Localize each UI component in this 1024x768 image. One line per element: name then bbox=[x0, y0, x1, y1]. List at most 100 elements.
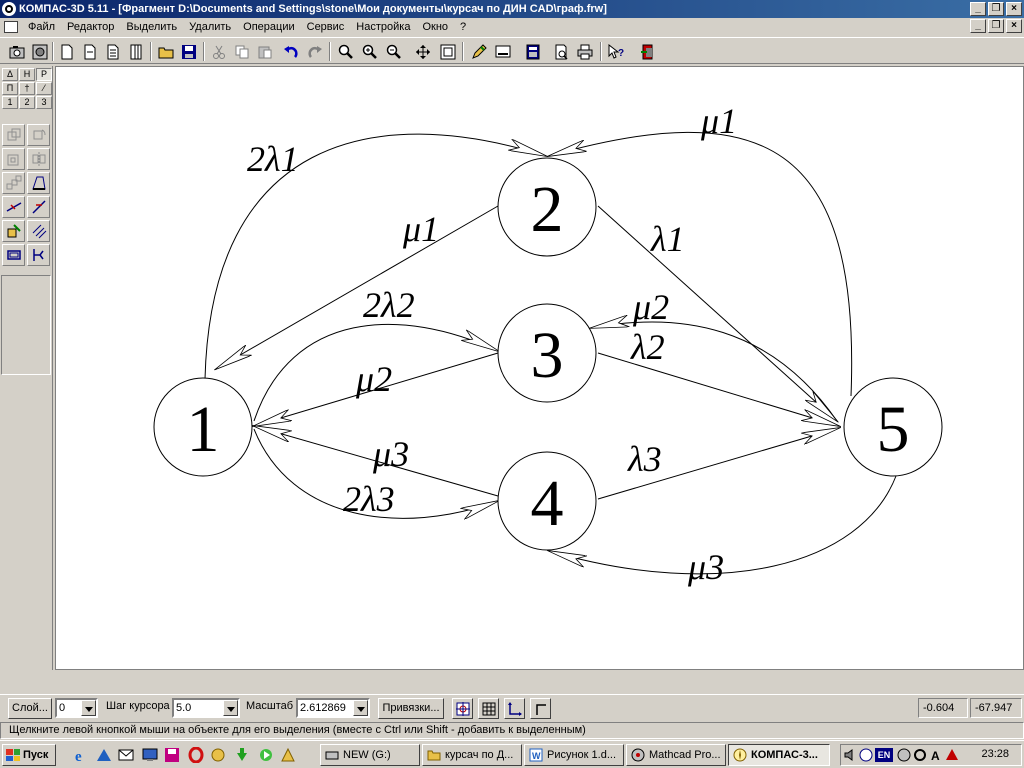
camera-icon[interactable] bbox=[6, 41, 27, 62]
cut-icon[interactable] bbox=[208, 41, 229, 62]
display-tray-icon[interactable] bbox=[897, 748, 911, 762]
new-document-icon[interactable] bbox=[56, 41, 77, 62]
copy-array-tool-icon[interactable] bbox=[2, 172, 25, 194]
task-kursach-folder[interactable]: курсач по Д... bbox=[422, 744, 522, 766]
break-tool-icon[interactable] bbox=[27, 196, 50, 218]
scale-select[interactable]: 2.612869 bbox=[296, 698, 370, 718]
paste-icon[interactable] bbox=[254, 41, 275, 62]
zoom-in-icon[interactable] bbox=[359, 41, 380, 62]
network-tray-icon[interactable] bbox=[859, 748, 873, 762]
rotate-tool-icon[interactable] bbox=[27, 124, 50, 146]
print-preview-icon[interactable] bbox=[550, 41, 571, 62]
mail-icon[interactable] bbox=[118, 747, 134, 763]
split-tool-icon[interactable] bbox=[27, 244, 50, 266]
doc-close-button[interactable]: × bbox=[1006, 19, 1022, 33]
display-icon[interactable] bbox=[492, 41, 513, 62]
cursor-step-select[interactable]: 5.0 bbox=[172, 698, 240, 718]
task-new-drive[interactable]: NEW (G:) bbox=[320, 744, 420, 766]
speaker-icon[interactable] bbox=[843, 748, 857, 762]
menu-help[interactable]: ? bbox=[454, 21, 472, 33]
document-icon[interactable] bbox=[4, 21, 18, 33]
panel-tab-geometry[interactable]: Δ bbox=[2, 68, 18, 81]
minimize-button[interactable]: _ bbox=[970, 2, 986, 16]
doc-restore-button[interactable]: ❐ bbox=[988, 19, 1004, 33]
chevron-down-icon[interactable] bbox=[81, 700, 96, 716]
menu-window[interactable]: Окно bbox=[416, 21, 454, 33]
pan-move-icon[interactable] bbox=[412, 41, 433, 62]
download-icon[interactable] bbox=[234, 747, 250, 763]
printer-icon[interactable] bbox=[574, 41, 595, 62]
chevron-down-icon[interactable] bbox=[223, 700, 238, 716]
menu-service[interactable]: Сервис bbox=[301, 21, 351, 33]
antivirus-tray-icon[interactable] bbox=[913, 748, 927, 762]
pdf-tray-icon[interactable] bbox=[945, 748, 959, 762]
internet-explorer-icon[interactable]: e bbox=[74, 747, 90, 763]
language-indicator[interactable]: EN bbox=[875, 748, 893, 762]
desktop-icon[interactable] bbox=[142, 747, 158, 763]
grid-icon[interactable] bbox=[478, 698, 499, 719]
shortcut-icon[interactable] bbox=[280, 747, 296, 763]
font-tray-icon[interactable]: A bbox=[929, 748, 943, 762]
deform-tool-icon[interactable] bbox=[27, 172, 50, 194]
opera-icon[interactable] bbox=[188, 747, 204, 763]
pencil-edit-icon[interactable] bbox=[468, 41, 489, 62]
panel-tab-select[interactable]: ⁄ bbox=[36, 82, 52, 95]
scale-tool-icon[interactable] bbox=[2, 148, 25, 170]
local-coordinates-icon[interactable] bbox=[504, 698, 525, 719]
menu-delete[interactable]: Удалить bbox=[183, 21, 237, 33]
hatch-tool-icon[interactable] bbox=[27, 220, 50, 242]
chevron-down-icon[interactable] bbox=[353, 700, 368, 716]
label-lambda2: λ2 bbox=[630, 327, 665, 367]
move-tool-icon[interactable] bbox=[2, 124, 25, 146]
zoom-all-icon[interactable] bbox=[437, 41, 458, 62]
context-help-icon[interactable]: ? bbox=[605, 41, 626, 62]
ortho-mode-icon[interactable] bbox=[530, 698, 551, 719]
panel-tab-editing[interactable]: P bbox=[36, 68, 52, 81]
magnifier-icon[interactable] bbox=[335, 41, 356, 62]
panel-tab-params[interactable]: П bbox=[2, 82, 18, 95]
media-icon[interactable] bbox=[258, 747, 274, 763]
exit-door-icon[interactable] bbox=[637, 41, 658, 62]
task-word-document[interactable]: W Рисунок 1.d... bbox=[524, 744, 624, 766]
panel-tab-2[interactable]: 2 bbox=[19, 96, 35, 109]
zoom-out-icon[interactable] bbox=[383, 41, 404, 62]
layer-button[interactable]: Слой... bbox=[8, 698, 52, 719]
kompas-app-icon[interactable] bbox=[2, 2, 16, 16]
extend-tool-icon[interactable] bbox=[2, 244, 25, 266]
floppy-icon[interactable] bbox=[164, 747, 180, 763]
doc-minimize-button[interactable]: _ bbox=[970, 19, 986, 33]
new-specification-icon[interactable] bbox=[125, 41, 146, 62]
undo-icon[interactable] bbox=[280, 41, 301, 62]
symmetry-tool-icon[interactable] bbox=[27, 148, 50, 170]
copy-icon[interactable] bbox=[231, 41, 252, 62]
menu-file[interactable]: Файл bbox=[22, 21, 61, 33]
menu-select[interactable]: Выделить bbox=[120, 21, 183, 33]
new-sheet-icon[interactable] bbox=[79, 41, 100, 62]
gear-icon[interactable] bbox=[29, 41, 50, 62]
trim-tool-icon[interactable] bbox=[2, 196, 25, 218]
new-text-document-icon[interactable] bbox=[102, 41, 123, 62]
close-button[interactable]: × bbox=[1006, 2, 1022, 16]
layer-select[interactable]: 0 bbox=[55, 698, 98, 718]
start-button[interactable]: Пуск bbox=[2, 744, 56, 766]
word-icon[interactable] bbox=[96, 747, 112, 763]
task-mathcad[interactable]: Mathcad Pro... bbox=[626, 744, 726, 766]
menu-editor[interactable]: Редактор bbox=[61, 21, 120, 33]
network-icon[interactable] bbox=[210, 747, 226, 763]
fillet-tool-icon[interactable] bbox=[2, 220, 25, 242]
panel-tab-3[interactable]: 3 bbox=[36, 96, 52, 109]
calculator-icon[interactable] bbox=[522, 41, 543, 62]
snap-grid-icon[interactable] bbox=[452, 698, 473, 719]
menu-operations[interactable]: Операции bbox=[237, 21, 300, 33]
snaps-button[interactable]: Привязки... bbox=[378, 698, 444, 719]
restore-button[interactable]: ❐ bbox=[988, 2, 1004, 16]
panel-tab-1[interactable]: 1 bbox=[2, 96, 18, 109]
redo-icon[interactable] bbox=[304, 41, 325, 62]
panel-tab-measure[interactable]: † bbox=[19, 82, 35, 95]
drawing-canvas[interactable]: 1 2 3 4 5 2λ1 μ1 μ1 λ1 2λ2 μ2 μ2 λ2 μ3 2… bbox=[55, 66, 1024, 670]
save-disk-icon[interactable] bbox=[178, 41, 199, 62]
panel-tab-dimensions[interactable]: H bbox=[19, 68, 35, 81]
menu-settings[interactable]: Настройка bbox=[350, 21, 416, 33]
open-folder-icon[interactable] bbox=[155, 41, 176, 62]
task-kompas[interactable]: КОМПАС-3... bbox=[728, 744, 830, 766]
